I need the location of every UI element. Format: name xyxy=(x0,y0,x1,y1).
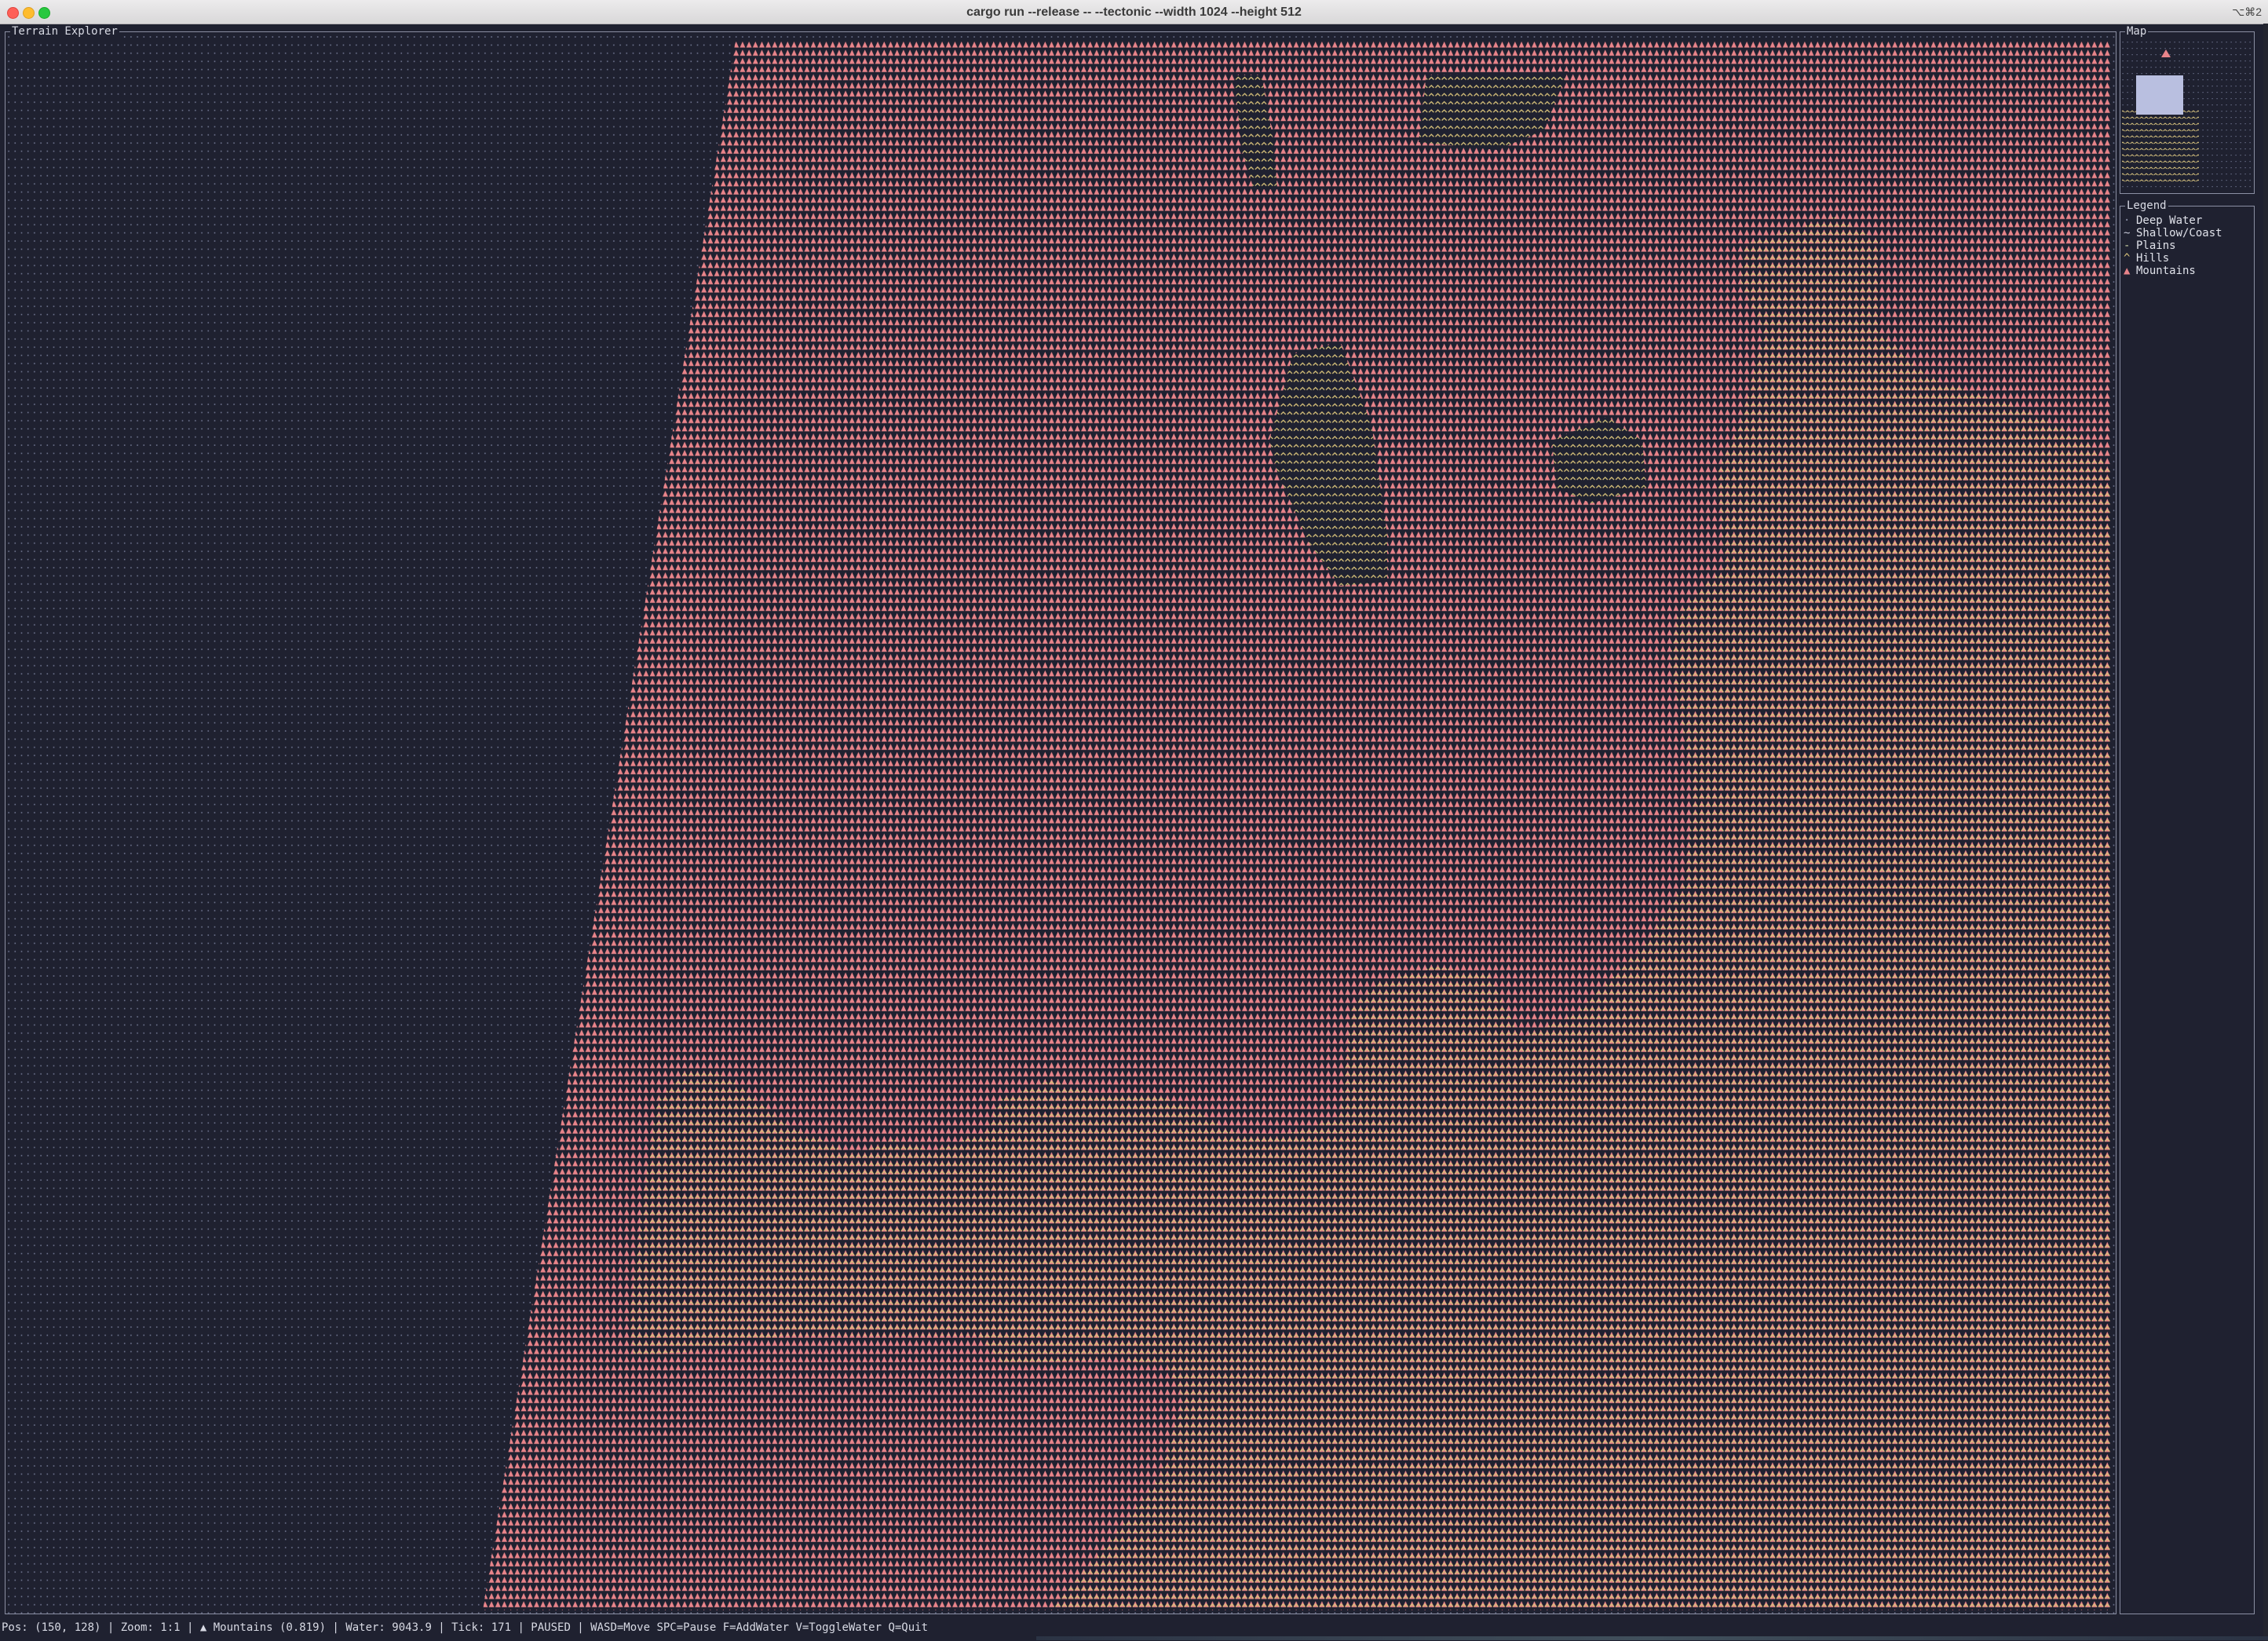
minimap[interactable] xyxy=(2120,32,2254,193)
terrain-explorer-panel[interactable]: Terrain Explorer xyxy=(5,24,2116,1614)
legend-label: Deep Water xyxy=(2136,214,2203,227)
legend-title: Legend xyxy=(2125,199,2168,213)
terrain-explorer-title: Terrain Explorer xyxy=(10,24,119,38)
window-title-bar: cargo run --release -- --tectonic --widt… xyxy=(0,0,2268,24)
minimap-hills xyxy=(2122,107,2199,185)
legend-item: ~ Shallow/Coast xyxy=(2124,227,2222,239)
dot-icon: · xyxy=(2124,214,2131,227)
status-bar: Pos: (150, 128) | Zoom: 1:1 | ▲ Mountain… xyxy=(2,1621,929,1634)
legend-label: Mountains xyxy=(2136,265,2196,277)
legend-item: - Plains xyxy=(2124,239,2222,252)
terminal-scrollbar[interactable] xyxy=(2263,24,2268,1641)
terrain-view[interactable] xyxy=(5,32,2116,1614)
desktop-background-strip xyxy=(1036,1636,2268,1640)
minimap-viewport xyxy=(2136,75,2183,115)
window-title: cargo run --release -- --tectonic --widt… xyxy=(966,5,1302,19)
window-shortcut: ⌥⌘2 xyxy=(2232,5,2262,18)
legend-list: · Deep Water ~ Shallow/Coast - Plains ^ Hill… xyxy=(2124,214,2222,277)
legend-panel: Legend · Deep Water ~ Shallow/Coast - Plain… xyxy=(2120,199,2255,1614)
legend-item: ^ Hills xyxy=(2124,252,2222,265)
caret-icon: ^ xyxy=(2124,252,2131,265)
legend-label: Plains xyxy=(2136,239,2176,252)
minimap-title: Map xyxy=(2125,24,2149,38)
legend-item: · Deep Water xyxy=(2124,214,2222,227)
legend-label: Hills xyxy=(2136,252,2170,265)
wave-icon: ~ xyxy=(2124,227,2131,239)
dash-icon: - xyxy=(2124,239,2131,252)
legend-label: Shallow/Coast xyxy=(2136,227,2222,239)
triangle-icon: ▲ xyxy=(2124,265,2131,277)
legend-item: ▲ Mountains xyxy=(2124,265,2222,277)
minimap-panel[interactable]: Map xyxy=(2120,24,2255,194)
